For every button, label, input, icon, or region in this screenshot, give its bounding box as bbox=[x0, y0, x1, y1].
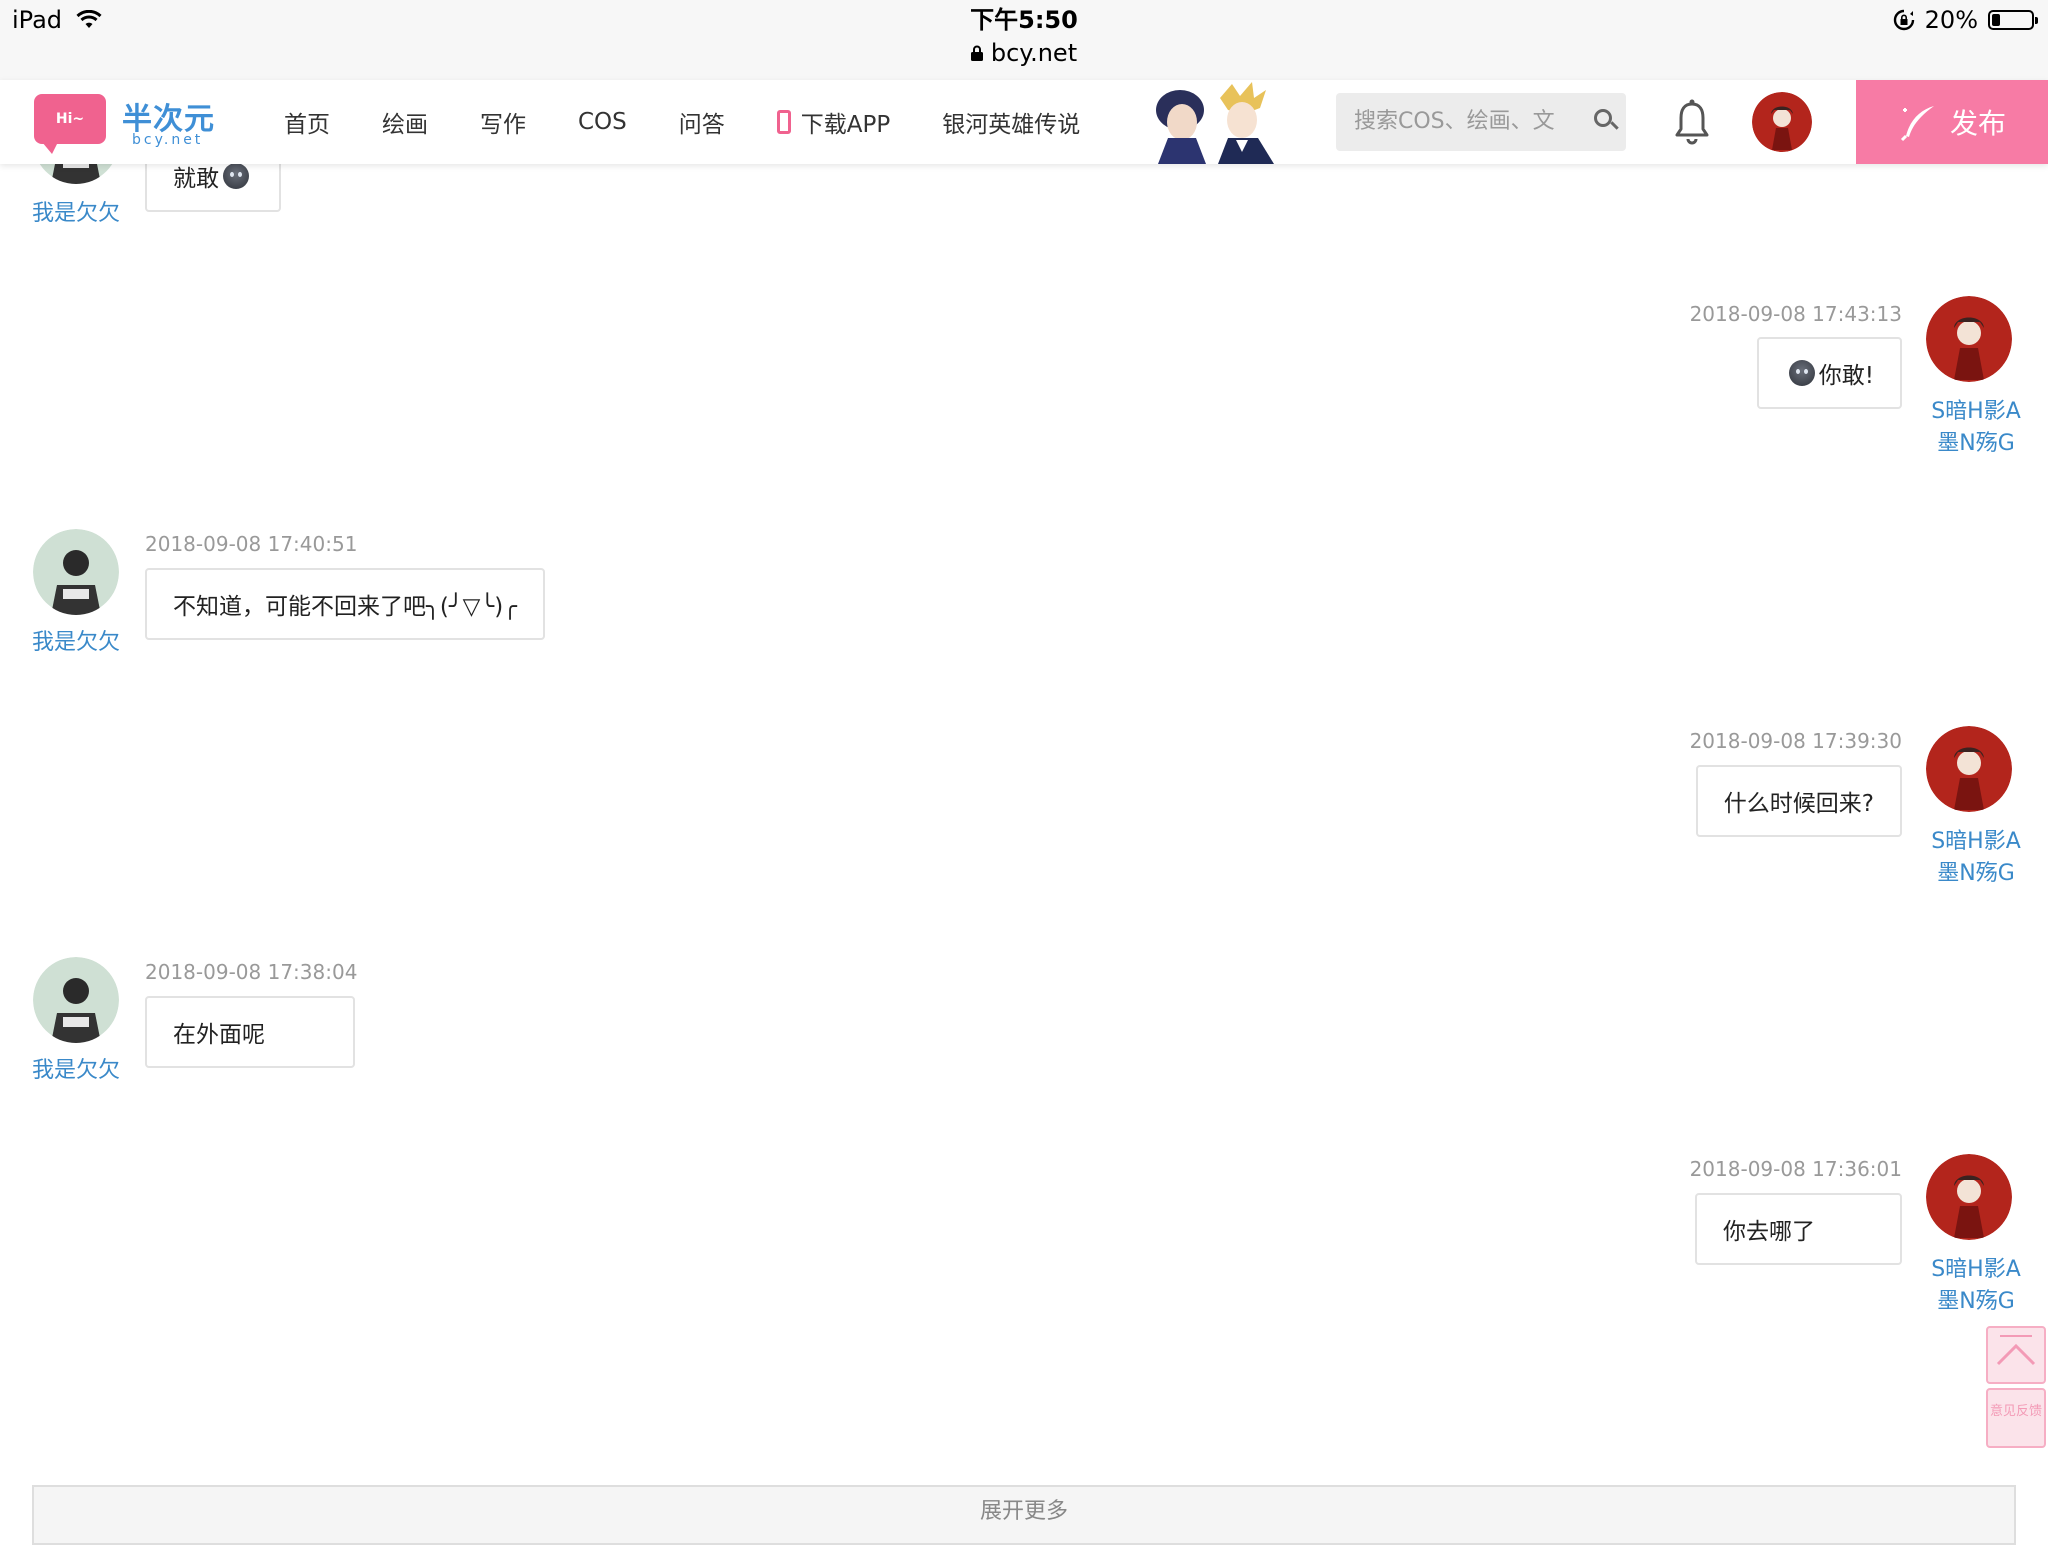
message-item: 2018-09-08 17:39:30 什么时候回来? S暗H影A墨N殇G bbox=[948, 726, 2048, 926]
message-text: 你去哪了 bbox=[1723, 1219, 1815, 1245]
message-time: 2018-09-08 17:40:51 bbox=[145, 532, 358, 556]
message-item: 2018-09-08 17:38:04 我是欠欠 在外面呢 bbox=[0, 957, 1100, 1157]
username[interactable]: 我是欠欠 bbox=[26, 198, 126, 230]
emoji-icon bbox=[1788, 360, 1815, 386]
message-bubble: 你敢! bbox=[1756, 337, 1902, 409]
message-text: 你敢! bbox=[1818, 363, 1874, 389]
nav-legend-galactic-heroes[interactable]: 银河英雄传说 bbox=[942, 105, 1080, 139]
back-to-top-button[interactable] bbox=[1986, 1326, 2046, 1384]
user-avatar[interactable] bbox=[1752, 92, 1812, 152]
orientation-lock-icon bbox=[1893, 9, 1914, 31]
nav-home[interactable]: 首页 bbox=[284, 105, 330, 139]
quill-icon bbox=[1900, 106, 1934, 142]
avatar-image bbox=[33, 957, 119, 1043]
avatar-image bbox=[1926, 1154, 2012, 1240]
nav-qa[interactable]: 问答 bbox=[679, 105, 725, 139]
message-text: 在外面呢 bbox=[173, 1022, 265, 1048]
message-time: 2018-09-08 17:36:01 bbox=[1689, 1157, 1902, 1181]
publish-label: 发布 bbox=[1949, 107, 2006, 140]
notification-bell-icon[interactable] bbox=[1674, 98, 1710, 146]
username[interactable]: S暗H影A墨N殇G bbox=[1926, 396, 2026, 460]
main-nav: 首页 绘画 写作 COS 问答 下载APP 银河英雄传说 bbox=[284, 80, 1132, 164]
username[interactable]: 我是欠欠 bbox=[26, 627, 126, 659]
site-header: Hi~ 半次元 bcy.net 首页 绘画 写作 COS 问答 下载APP 银河… bbox=[0, 80, 2048, 164]
message-time: 2018-09-08 17:39:30 bbox=[1689, 729, 1902, 753]
battery-icon bbox=[1988, 10, 2038, 30]
avatar[interactable] bbox=[33, 957, 119, 1043]
search-icon bbox=[1594, 109, 1612, 127]
username[interactable]: S暗H影A墨N殇G bbox=[1926, 826, 2026, 890]
emoji-icon bbox=[223, 163, 249, 189]
avatar-image bbox=[33, 529, 119, 615]
message-text: 就敢 bbox=[173, 166, 219, 192]
nav-download-app-label: 下载APP bbox=[800, 112, 891, 138]
search-button[interactable] bbox=[1576, 93, 1626, 151]
message-text: 什么时候回来? bbox=[1723, 791, 1874, 817]
banner-characters-image[interactable] bbox=[1140, 80, 1284, 164]
message-bubble: 你去哪了 bbox=[1695, 1193, 1902, 1265]
logo-subtitle: bcy.net bbox=[132, 132, 204, 148]
message-time: 2018-09-08 17:43:13 bbox=[1689, 302, 1902, 326]
nav-cos[interactable]: COS bbox=[578, 109, 627, 135]
battery-level bbox=[1992, 14, 2000, 26]
message-bubble: 什么时候回来? bbox=[1695, 765, 1902, 837]
message-item: 2018-09-08 17:36:01 你去哪了 S暗H影A墨N殇G bbox=[948, 1154, 2048, 1354]
site-logo[interactable]: Hi~ 半次元 bcy.net bbox=[34, 90, 224, 154]
message-text: 不知道，可能不回来了吧╮(╯▽╰)╭ bbox=[173, 594, 518, 620]
avatar[interactable] bbox=[1926, 726, 2012, 812]
chevron-up-icon bbox=[1996, 1335, 2036, 1366]
nav-download-app[interactable]: 下载APP bbox=[776, 105, 891, 139]
nav-writing[interactable]: 写作 bbox=[480, 105, 526, 139]
avatar-image bbox=[1926, 726, 2012, 812]
avatar[interactable] bbox=[33, 529, 119, 615]
publish-button[interactable]: 发布 bbox=[1856, 80, 2048, 164]
message-bubble: 不知道，可能不回来了吧╮(╯▽╰)╭ bbox=[145, 568, 546, 640]
message-time: 2018-09-08 17:38:04 bbox=[145, 960, 358, 984]
battery-percent: 20% bbox=[1924, 6, 1978, 34]
phone-icon bbox=[776, 110, 791, 134]
avatar-image bbox=[1752, 92, 1812, 152]
username[interactable]: S暗H影A墨N殇G bbox=[1926, 1254, 2026, 1318]
load-more-button[interactable]: 展开更多 bbox=[32, 1485, 2016, 1545]
avatar[interactable] bbox=[1926, 1154, 2012, 1240]
message-bubble: 在外面呢 bbox=[145, 996, 355, 1068]
message-item: 2018-09-08 17:43:13 你敢! S暗H影A墨N殇G bbox=[948, 296, 2048, 496]
avatar-image bbox=[1926, 296, 2012, 382]
logo-badge: Hi~ bbox=[34, 94, 106, 154]
nav-illustration[interactable]: 绘画 bbox=[382, 105, 428, 139]
avatar[interactable] bbox=[1926, 296, 2012, 382]
feedback-button[interactable]: 意见反馈 bbox=[1986, 1388, 2046, 1448]
message-item: 2018-09-08 17:40:51 我是欠欠 不知道，可能不回来了吧╮(╯▽… bbox=[0, 529, 1100, 729]
status-right: 20% bbox=[1893, 6, 2038, 34]
username[interactable]: 我是欠欠 bbox=[26, 1055, 126, 1087]
